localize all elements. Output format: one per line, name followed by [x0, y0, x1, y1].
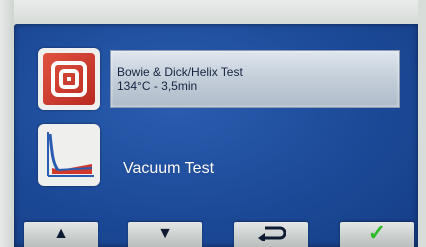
- device-bezel-right: [418, 0, 426, 247]
- checkmark-icon: ✓: [367, 220, 387, 245]
- program-item-vacuum-test[interactable]: Vacuum Test: [123, 160, 214, 178]
- program-name-label: Bowie & Dick/Helix Test: [117, 65, 243, 79]
- touchscreen-display: Bowie & Dick/Helix Test 134°C - 3,5min V…: [14, 24, 418, 247]
- concentric-squares-icon[interactable]: [38, 48, 100, 110]
- back-button[interactable]: [234, 222, 308, 247]
- vacuum-curve-graphic: [47, 132, 94, 177]
- down-button[interactable]: ▼: [128, 222, 202, 247]
- device-bezel-top: [0, 0, 426, 24]
- program-item-bowie-dick-helix-test[interactable]: Bowie & Dick/Helix Test 134°C - 3,5min: [110, 50, 400, 108]
- return-arrow-icon: [258, 226, 286, 241]
- down-arrow-icon: ▼: [157, 225, 173, 242]
- bowie-dick-test-icon: [43, 53, 95, 105]
- up-arrow-icon: ▲: [53, 225, 69, 242]
- device-bezel-left: [0, 0, 14, 247]
- program-parameters-label: 134°C - 3,5min: [117, 79, 198, 93]
- confirm-button[interactable]: ✓: [340, 220, 414, 247]
- up-button[interactable]: ▲: [24, 222, 98, 247]
- concentric-squares-graphic: [51, 61, 87, 97]
- vacuum-graph-icon[interactable]: [38, 124, 100, 186]
